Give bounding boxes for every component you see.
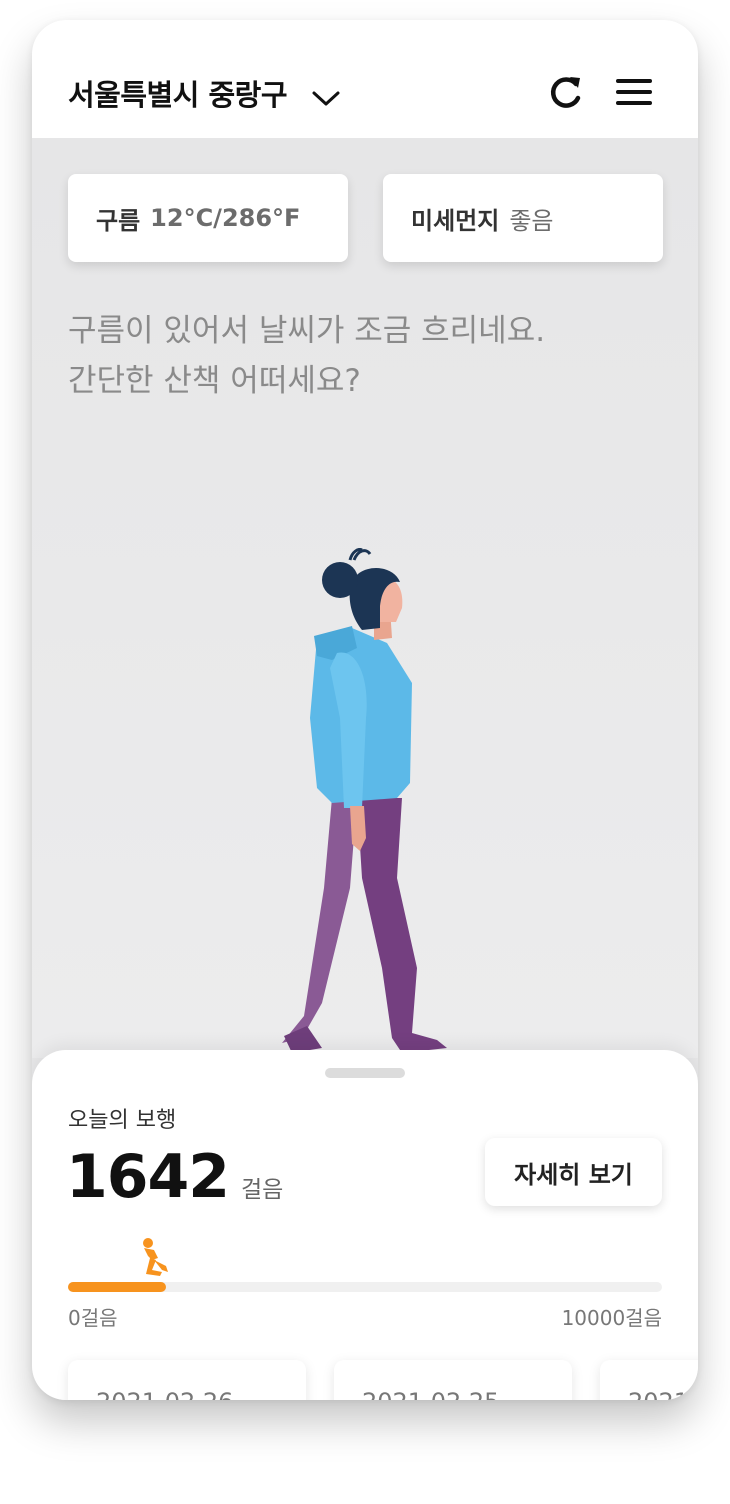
history-date: 2021.02.26 (96, 1388, 233, 1400)
refresh-icon[interactable] (546, 72, 586, 112)
main-content: 구름 12°C/286°F 미세먼지 좋음 구름이 있어서 날씨가 조금 흐리네… (32, 138, 698, 1058)
location-label: 서울특별시 중랑구 (68, 78, 288, 112)
weather-label: 구름 (96, 206, 141, 235)
history-card[interactable]: 2021 (600, 1360, 698, 1400)
step-count-value: 1642 (66, 1142, 230, 1212)
history-date: 2021.02.25 (362, 1388, 499, 1400)
today-walk-title: 오늘의 보행 (68, 1108, 177, 1133)
history-card[interactable]: 2021.02.26 (68, 1360, 306, 1400)
step-count-unit: 걸음 (241, 1177, 284, 1203)
fine-dust-value: 좋음 (509, 206, 554, 235)
walk-bottom-sheet[interactable]: 오늘의 보행 1642 걸음 자세히 보기 0걸음 10000걸음 2021.0… (32, 1050, 698, 1400)
message-line-2: 간단한 산책 어떠세요? (68, 363, 361, 399)
progress-max-label: 10000걸음 (561, 1306, 662, 1330)
temperature-value: 12°C/286°F (150, 204, 301, 232)
progress-min-label: 0걸음 (68, 1306, 118, 1330)
step-progress-fill (68, 1282, 166, 1292)
weather-message: 구름이 있어서 날씨가 조금 흐리네요. 간단한 산책 어떠세요? (68, 306, 545, 406)
weather-card[interactable]: 구름 12°C/286°F (68, 174, 348, 262)
top-bar: 서울특별시 중랑구 (32, 20, 698, 138)
location-selector[interactable]: 서울특별시 중랑구 (68, 72, 341, 114)
history-date: 2021 (628, 1388, 689, 1400)
phone-frame: 서울특별시 중랑구 구름 12°C/286°F 미세먼지 좋음 구름이 있어서 … (32, 20, 698, 1400)
fine-dust-label: 미세먼지 (411, 206, 500, 235)
walking-person-icon (143, 1238, 169, 1276)
history-card[interactable]: 2021.02.25 (334, 1360, 572, 1400)
walking-woman-illustration (282, 548, 447, 1053)
sheet-drag-handle[interactable] (325, 1068, 405, 1078)
fine-dust-card[interactable]: 미세먼지 좋음 (383, 174, 663, 262)
message-line-1: 구름이 있어서 날씨가 조금 흐리네요. (68, 313, 546, 349)
step-count: 1642 걸음 (66, 1142, 283, 1212)
view-details-button[interactable]: 자세히 보기 (485, 1138, 662, 1206)
step-progress-bar (68, 1282, 662, 1292)
chevron-down-icon (311, 82, 341, 106)
hamburger-menu-icon[interactable] (614, 72, 654, 112)
